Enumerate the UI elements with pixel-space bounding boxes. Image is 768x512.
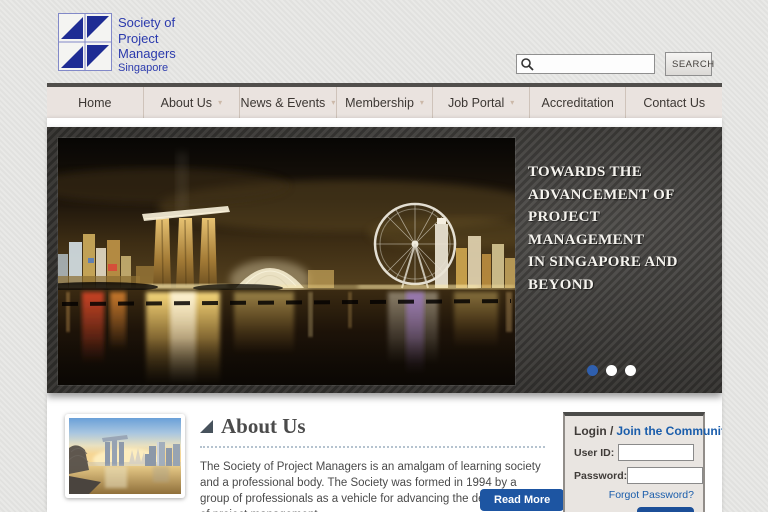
hero-carousel: TOWARDS THE ADVANCEMENT OF PROJECT MANAG… xyxy=(47,127,722,393)
page: Society of Project Managers Singapore SE… xyxy=(0,0,768,512)
nav-label: About Us xyxy=(161,96,212,110)
hero-headline-line: PROJECT MANAGEMENT xyxy=(528,206,716,251)
nav-label: News & Events xyxy=(241,96,326,110)
site-logo[interactable]: Society of Project Managers Singapore xyxy=(58,13,176,75)
nav-label: Contact Us xyxy=(643,96,705,110)
caret-down-icon: ▾ xyxy=(331,99,335,107)
login-box: Login /Join the Community User ID: Passw… xyxy=(563,412,705,512)
nav-label: Home xyxy=(78,96,111,110)
hero-headline-line: TOWARDS THE xyxy=(528,161,716,184)
content-panel: TOWARDS THE ADVANCEMENT OF PROJECT MANAG… xyxy=(47,118,722,512)
about-thumbnail xyxy=(65,414,185,498)
user-id-row: User ID: xyxy=(574,444,694,461)
logo-country: Singapore xyxy=(118,62,176,75)
carousel-dot-2[interactable] xyxy=(606,365,617,376)
logo-triangles-icon xyxy=(58,13,112,71)
search-input[interactable] xyxy=(516,54,655,74)
logo-text: Society of Project Managers Singapore xyxy=(118,13,176,75)
nav-item-membership[interactable]: Membership ▾ xyxy=(337,87,434,118)
about-heading: About Us xyxy=(221,414,306,439)
caret-down-icon: ▾ xyxy=(510,99,514,107)
logo-line: Society of xyxy=(118,15,176,31)
nav-label: Accreditation xyxy=(542,96,614,110)
about-heading-row: About Us xyxy=(200,414,545,439)
hero-headline: TOWARDS THE ADVANCEMENT OF PROJECT MANAG… xyxy=(528,161,716,296)
search-button[interactable]: SEARCH xyxy=(665,52,712,76)
dotted-divider xyxy=(200,446,545,448)
nav-item-contact-us[interactable]: Contact Us xyxy=(626,87,722,118)
triangle-marker-icon xyxy=(200,420,213,433)
password-field[interactable] xyxy=(627,467,703,484)
main-nav: Home About Us ▾ News & Events ▾ Membersh… xyxy=(47,87,722,118)
nav-item-about-us[interactable]: About Us ▾ xyxy=(144,87,241,118)
login-button[interactable]: LOGIN xyxy=(637,507,694,512)
login-title-prefix: Login / xyxy=(574,424,613,438)
logo-line: Project xyxy=(118,31,176,47)
login-title: Login /Join the Community xyxy=(574,424,694,438)
hero-headline-line: ADVANCEMENT OF xyxy=(528,184,716,207)
join-community-link[interactable]: Join the Community xyxy=(616,424,722,438)
hero-slide-image xyxy=(58,138,515,385)
nav-label: Membership xyxy=(345,96,414,110)
carousel-dot-1[interactable] xyxy=(587,365,598,376)
caret-down-icon: ▾ xyxy=(218,99,222,107)
read-more-button[interactable]: Read More xyxy=(480,489,564,511)
logo-line: Managers xyxy=(118,46,176,62)
nav-item-home[interactable]: Home xyxy=(47,87,144,118)
forgot-password-link[interactable]: Forgot Password? xyxy=(574,489,694,501)
nav-item-job-portal[interactable]: Job Portal ▾ xyxy=(433,87,530,118)
nav-label: Job Portal xyxy=(448,96,504,110)
user-id-field[interactable] xyxy=(618,444,694,461)
hero-headline-line: IN SINGAPORE AND xyxy=(528,251,716,274)
caret-down-icon: ▾ xyxy=(420,99,424,107)
password-label: Password: xyxy=(574,470,627,482)
carousel-dot-3[interactable] xyxy=(625,365,636,376)
login-button-row: LOGIN xyxy=(574,507,694,512)
hero-headline-line: BEYOND xyxy=(528,274,716,297)
password-row: Password: xyxy=(574,467,694,484)
user-id-label: User ID: xyxy=(574,447,614,459)
nav-item-accreditation[interactable]: Accreditation xyxy=(530,87,627,118)
carousel-dots xyxy=(587,365,636,376)
nav-item-news-events[interactable]: News & Events ▾ xyxy=(240,87,337,118)
